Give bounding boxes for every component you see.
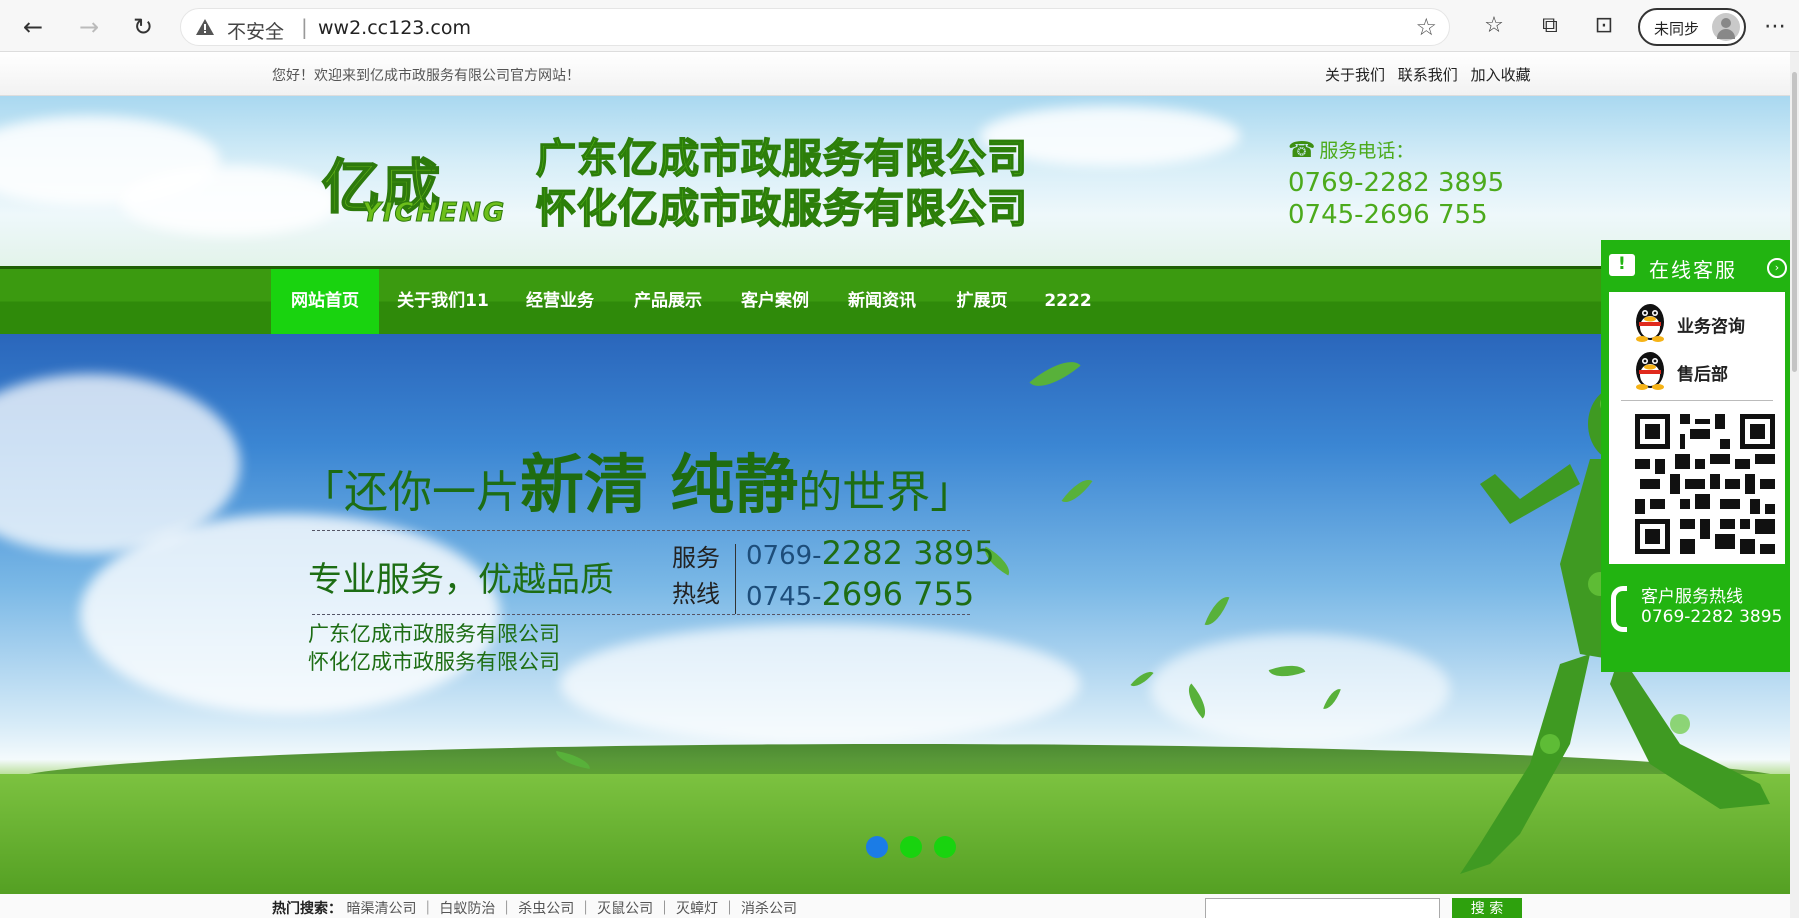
company-names: 广东亿成市政服务有限公司 怀化亿成市政服务有限公司 — [535, 134, 1028, 234]
hot-search-label: 热门搜索： — [272, 901, 342, 917]
cloud — [560, 624, 1080, 744]
qr-code-icon — [1635, 414, 1775, 554]
back-icon[interactable]: ← — [18, 12, 48, 42]
nav-about[interactable]: 关于我们11 — [383, 269, 503, 334]
top-links: 关于我们 联系我们 加入收藏 — [1325, 64, 1539, 85]
page-scrollbar[interactable] — [1790, 52, 1799, 918]
online-service-header[interactable]: 在线客服 › — [1601, 240, 1793, 292]
slide-dot-3[interactable] — [934, 836, 956, 858]
favorites-icon[interactable]: ☆ — [1478, 10, 1510, 42]
online-service-body: 业务咨询 售后部 — [1609, 292, 1785, 564]
banner-service-line: 专业服务，优越品质 — [308, 560, 614, 600]
browser-toolbar: ← → ↻ 不安全 | ww2.cc123.com ☆ ☆ ⧉ ⊡ 未同步 ⋯ — [0, 0, 1799, 52]
address-separator: | — [301, 15, 308, 39]
hero-banner: 「还你一片新清 纯静的世界」 专业服务，优越品质 服务 热线 0769-2282… — [0, 334, 1799, 894]
chevron-right-icon[interactable]: › — [1767, 258, 1787, 278]
phone-number-1: 0769-2282 3895 — [1288, 168, 1505, 198]
leaf — [1204, 592, 1230, 630]
company-name-1: 广东亿成市政服务有限公司 — [535, 135, 1028, 183]
refresh-icon[interactable]: ↻ — [128, 12, 158, 42]
forward-icon[interactable]: → — [74, 12, 104, 42]
site-header: 亿成 YICHENG 广东亿成市政服务有限公司 怀化亿成市政服务有限公司 ☎ 服务… — [0, 96, 1799, 266]
warning-icon[interactable] — [195, 17, 215, 37]
site-logo[interactable]: 亿成 YICHENG — [292, 140, 522, 230]
nav-cases[interactable]: 客户案例 — [725, 269, 825, 334]
more-icon[interactable]: ⋯ — [1764, 14, 1786, 39]
qq-label-sales: 业务咨询 — [1677, 317, 1745, 337]
nav-products[interactable]: 产品展示 — [618, 269, 718, 334]
sync-label: 未同步 — [1654, 20, 1700, 38]
welcome-text: 您好！欢迎来到亿成市政服务有限公司官方网站！ — [272, 68, 580, 84]
qq-penguin-icon — [1636, 304, 1664, 342]
phone-number-2: 0745-2696 755 — [1288, 200, 1488, 230]
bookmark-link[interactable]: 加入收藏 — [1471, 66, 1531, 84]
feedback-icon[interactable]: ⊡ — [1588, 10, 1620, 42]
service-phone: ☎ 服务电话： 0769-2282 3895 0745-2696 755 — [1288, 136, 1504, 231]
nav-home[interactable]: 网站首页 — [271, 269, 379, 334]
customer-hotline: 客户服务热线 0769-2282 3895 — [1601, 570, 1793, 650]
main-nav: 网站首页 关于我们11 经营业务 产品展示 客户案例 新闻资讯 扩展页 2222 — [0, 266, 1799, 334]
divider-line — [312, 530, 970, 531]
phone-title: 服务电话： — [1319, 140, 1415, 162]
slide-indicators — [866, 836, 968, 862]
nav-business[interactable]: 经营业务 — [510, 269, 610, 334]
hot-search-bar: 热门搜索： 暗渠清公司 ｜ 白蚁防治 ｜ 杀虫公司 ｜ 灭鼠公司 ｜ 灭蟑灯 ｜… — [0, 894, 1799, 918]
phone-handset-icon — [1611, 586, 1627, 632]
scrollbar-thumb[interactable] — [1792, 72, 1797, 372]
about-link[interactable]: 关于我们 — [1325, 66, 1385, 84]
hotline-number: 0769-2282 3895 — [1641, 607, 1783, 627]
slide-dot-1[interactable] — [866, 836, 888, 858]
chat-alert-icon — [1609, 254, 1635, 276]
leaf — [1061, 473, 1093, 509]
telephone-icon: ☎ — [1288, 138, 1316, 163]
logo-en: YICHENG — [361, 198, 507, 229]
qq-label-aftersales: 售后部 — [1677, 365, 1728, 385]
hot-search: 热门搜索： 暗渠清公司 ｜ 白蚁防治 ｜ 杀虫公司 ｜ 灭鼠公司 ｜ 灭蟑灯 ｜… — [272, 898, 797, 918]
banner-slogan: 「还你一片新清 纯静的世界」 — [300, 449, 975, 523]
hotline-title: 客户服务热线 — [1641, 587, 1743, 607]
avatar — [1712, 13, 1740, 41]
top-strip: 您好！欢迎来到亿成市政服务有限公司官方网站！ 关于我们 联系我们 加入收藏 — [0, 52, 1799, 96]
url-text[interactable]: ww2.cc123.com — [318, 17, 471, 39]
nav-2222[interactable]: 2222 — [1036, 269, 1100, 334]
banner-hotline-numbers: 0769-2282 3895 0745-2696 755 — [746, 534, 995, 613]
insecure-label: 不安全 — [227, 21, 285, 43]
slide-dot-2[interactable] — [900, 836, 922, 858]
contact-link[interactable]: 联系我们 — [1398, 66, 1458, 84]
online-service-panel: 在线客服 › 业务咨询 — [1601, 240, 1793, 672]
company-name-2: 怀化亿成市政服务有限公司 — [535, 185, 1028, 233]
address-bar[interactable]: 不安全 | ww2.cc123.com ☆ — [180, 8, 1450, 46]
hotline-divider — [735, 544, 736, 614]
nav-news[interactable]: 新闻资讯 — [832, 269, 932, 334]
nav-extension[interactable]: 扩展页 — [940, 269, 1024, 334]
panel-divider — [1621, 400, 1773, 401]
profile-sync-button[interactable]: 未同步 — [1638, 8, 1746, 46]
leaf — [1029, 350, 1081, 398]
divider-line — [312, 614, 970, 615]
online-service-title: 在线客服 — [1649, 258, 1737, 282]
collections-icon[interactable]: ⧉ — [1534, 10, 1566, 42]
site-search-button[interactable]: 搜 索 — [1452, 898, 1522, 918]
banner-hotline-label: 服务 热线 — [672, 544, 720, 608]
hot-search-items[interactable]: 暗渠清公司 ｜ 白蚁防治 ｜ 杀虫公司 ｜ 灭鼠公司 ｜ 灭蟑灯 ｜ 消杀公司 — [346, 901, 797, 917]
banner-companies: 广东亿成市政服务有限公司 怀化亿成市政服务有限公司 — [308, 622, 560, 674]
site-search-input[interactable] — [1205, 898, 1440, 918]
qq-penguin-icon — [1636, 352, 1664, 390]
favorite-star-icon[interactable]: ☆ — [1415, 13, 1437, 41]
